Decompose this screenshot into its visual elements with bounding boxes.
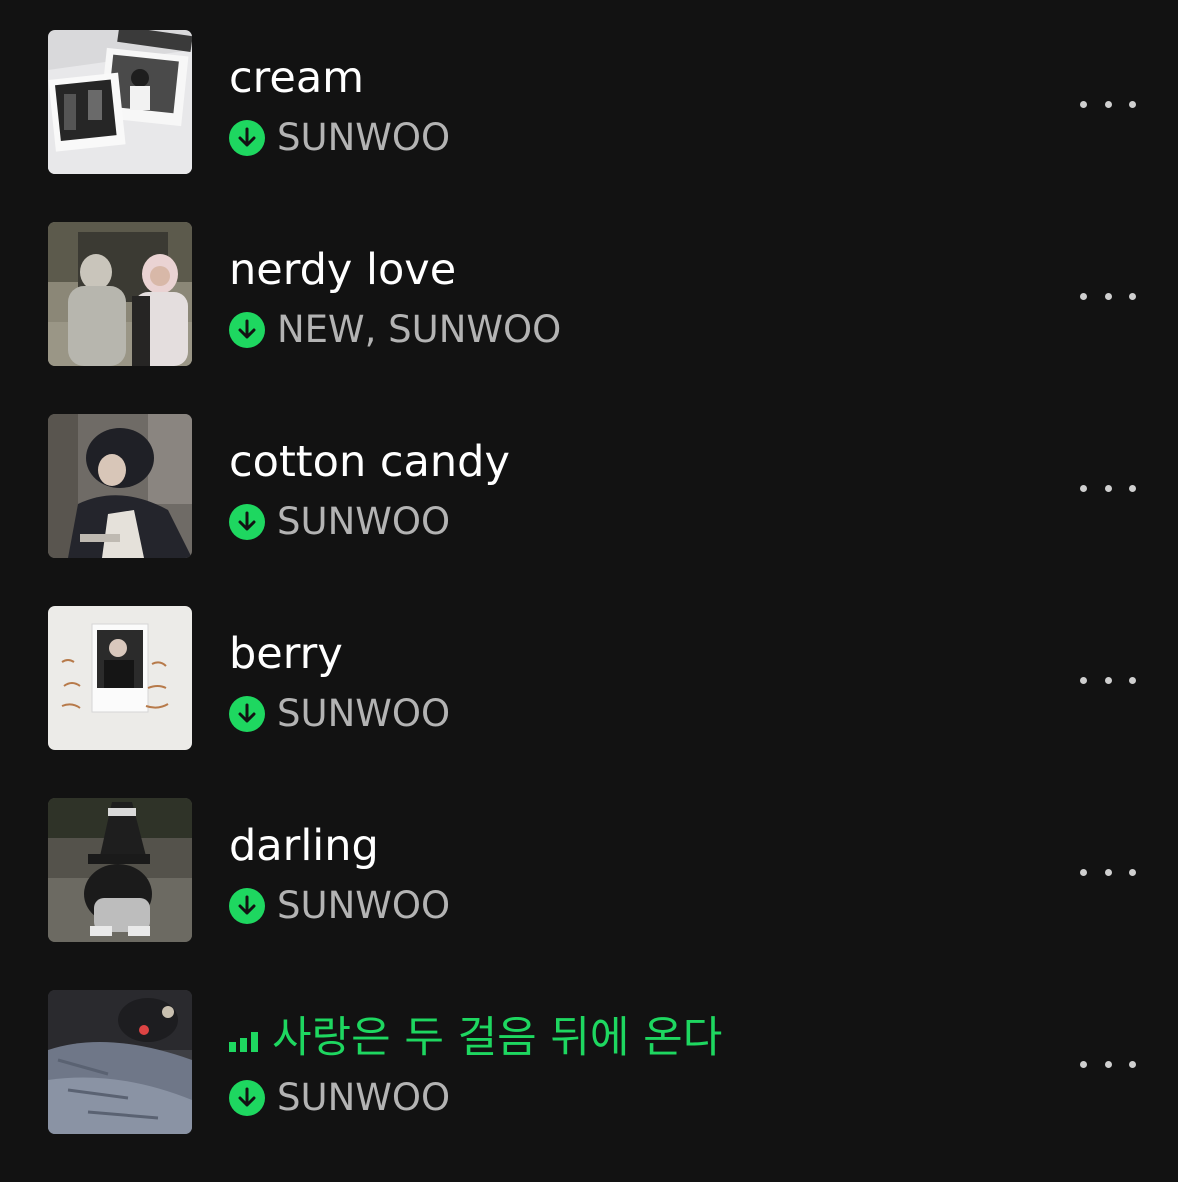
track-artist[interactable]: SUNWOO [277,502,450,542]
track-meta: SUNWOO [229,886,450,926]
track-meta: NEW, SUNWOO [229,310,561,350]
album-art[interactable] [48,30,192,174]
track-row[interactable]: cotton candy SUNWOO [0,414,1178,558]
download-arrow-icon [229,1080,265,1116]
track-artist[interactable]: NEW, SUNWOO [277,310,561,350]
album-art[interactable] [48,222,192,366]
track-title[interactable]: darling [229,820,379,872]
equalizer-icon [229,1030,258,1052]
track-meta: SUNWOO [229,1078,450,1118]
more-options-icon[interactable] [1078,860,1138,884]
track-row[interactable]: berry SUNWOO [0,606,1178,750]
more-options-icon[interactable] [1078,284,1138,308]
download-arrow-icon [229,120,265,156]
track-meta: SUNWOO [229,502,450,542]
track-title[interactable]: cream [229,52,364,104]
album-art[interactable] [48,414,192,558]
track-title[interactable]: nerdy love [229,244,456,296]
track-title-text[interactable]: 사랑은 두 걸음 뒤에 온다 [272,1012,722,1064]
track-artist[interactable]: SUNWOO [277,694,450,734]
track-row[interactable]: cream SUNWOO [0,30,1178,174]
track-meta: SUNWOO [229,694,450,734]
track-artist[interactable]: SUNWOO [277,118,450,158]
track-title[interactable]: berry [229,628,343,680]
track-list: cream SUNWOO nerdy love NEW, SUNWOO cott… [0,30,1178,1182]
track-row-playing[interactable]: 사랑은 두 걸음 뒤에 온다 SUNWOO [0,990,1178,1134]
track-title[interactable]: 사랑은 두 걸음 뒤에 온다 [229,1012,722,1064]
track-meta: SUNWOO [229,118,450,158]
track-artist[interactable]: SUNWOO [277,1078,450,1118]
track-artist[interactable]: SUNWOO [277,886,450,926]
download-arrow-icon [229,504,265,540]
more-options-icon[interactable] [1078,1052,1138,1076]
album-art[interactable] [48,606,192,750]
more-options-icon[interactable] [1078,668,1138,692]
download-arrow-icon [229,312,265,348]
track-row[interactable]: darling SUNWOO [0,798,1178,942]
album-art[interactable] [48,798,192,942]
download-arrow-icon [229,696,265,732]
more-options-icon[interactable] [1078,476,1138,500]
track-row[interactable]: nerdy love NEW, SUNWOO [0,222,1178,366]
album-art[interactable] [48,990,192,1134]
more-options-icon[interactable] [1078,92,1138,116]
track-title[interactable]: cotton candy [229,436,510,488]
download-arrow-icon [229,888,265,924]
